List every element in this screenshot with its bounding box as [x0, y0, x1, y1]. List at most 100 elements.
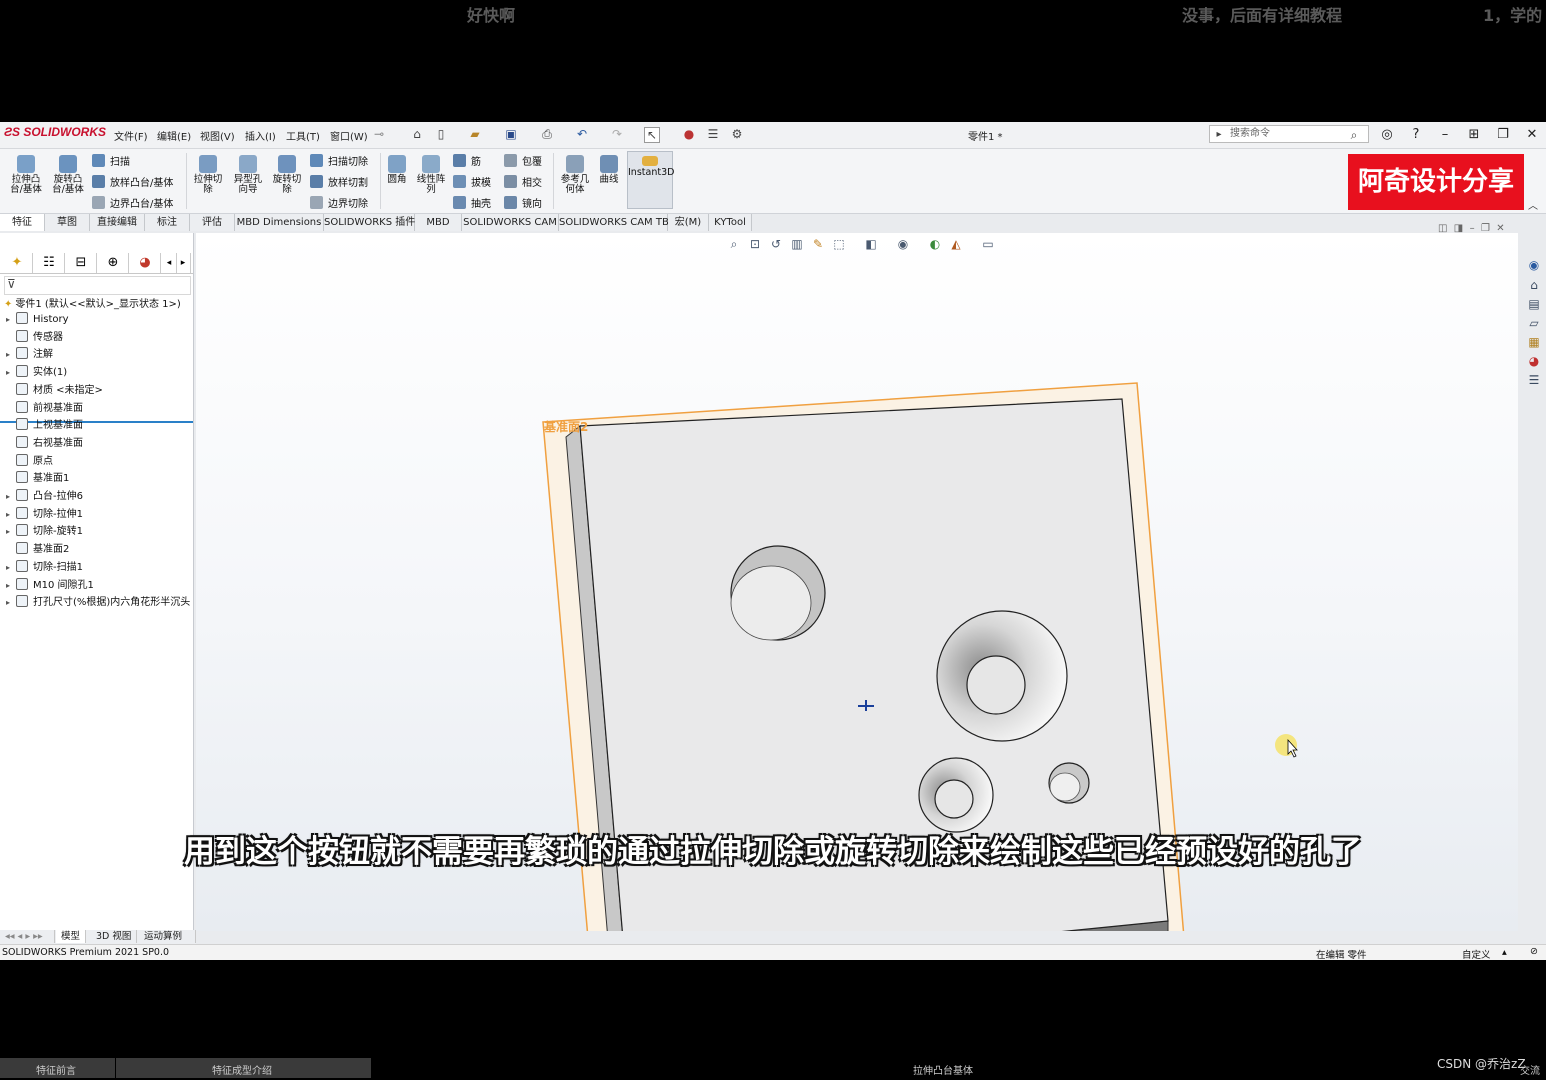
feature-manager-tab-icon[interactable]: ✦: [2, 253, 33, 273]
design-library-icon[interactable]: ▤: [1525, 296, 1543, 312]
tree-item[interactable]: ▸ History: [6, 312, 69, 328]
tab-scroll-right-icon[interactable]: ▸: [176, 253, 191, 273]
home-icon[interactable]: ⌂: [1525, 277, 1543, 293]
zoom-to-area-icon[interactable]: ⊡: [747, 236, 763, 252]
tab-item[interactable]: MBD Dimensions: [235, 214, 324, 231]
intersect-button[interactable]: 相交: [504, 174, 542, 189]
save-icon[interactable]: ▣: [504, 127, 518, 141]
tree-item[interactable]: 前视基准面: [6, 400, 83, 417]
fillet-button[interactable]: 圆角: [382, 155, 412, 185]
tile-window-icon[interactable]: ⊞: [1465, 126, 1483, 144]
loft-boss-button[interactable]: 放样凸台/基体: [92, 174, 173, 189]
chapter-label[interactable]: 拉伸凸台基体: [913, 1062, 973, 1077]
expand-arrow-icon[interactable]: ▸: [6, 312, 16, 328]
hole-wizard-button[interactable]: 异型孔 向导: [228, 155, 268, 195]
wrap-button[interactable]: 包覆: [504, 153, 542, 168]
expand-arrow-icon[interactable]: ▸: [6, 347, 16, 363]
boundary-boss-button[interactable]: 边界凸台/基体: [92, 195, 173, 210]
tab-item[interactable]: 直接编辑: [90, 214, 145, 231]
tab-item[interactable]: SOLIDWORKS CAM TBM: [559, 214, 677, 231]
tree-item[interactable]: 基准面1: [6, 471, 69, 487]
undo-icon[interactable]: ↶: [575, 127, 589, 141]
draft-button[interactable]: 拔模: [453, 174, 491, 189]
revolved-cut-button[interactable]: 旋转切 除: [267, 155, 307, 195]
tab-nav-arrows-icon[interactable]: ◂◂ ◂ ▸ ▸▸: [0, 930, 55, 943]
sweep-button[interactable]: 扫描: [92, 153, 130, 168]
search-commands-input[interactable]: 搜索命令: [1209, 125, 1369, 143]
revolved-boss-button[interactable]: 旋转凸 台/基体: [48, 155, 88, 195]
file-explorer-icon[interactable]: ▱: [1525, 315, 1543, 331]
apply-scene-icon[interactable]: ◭: [948, 236, 964, 252]
edit-appearance-icon[interactable]: ◐: [927, 236, 943, 252]
tab-item[interactable]: SOLIDWORKS CAM: [462, 214, 559, 231]
menu-edit[interactable]: 编辑(E): [157, 128, 191, 143]
dimxpert-tab-icon[interactable]: ⊕: [98, 253, 129, 273]
help-icon[interactable]: ?: [1407, 126, 1425, 144]
tree-item[interactable]: 材质 <未指定>: [6, 382, 103, 399]
menu-view[interactable]: 视图(V): [200, 128, 235, 143]
menu-window[interactable]: 窗口(W): [330, 128, 368, 143]
previous-view-icon[interactable]: ↺: [768, 236, 784, 252]
file-properties-icon[interactable]: ☰: [706, 127, 720, 141]
boundary-cut-button[interactable]: 边界切除: [310, 195, 368, 210]
view-palette-icon[interactable]: ▦: [1525, 334, 1543, 350]
reference-geometry-button[interactable]: 参考几 何体: [556, 155, 594, 195]
options-gear-icon[interactable]: ⚙: [730, 127, 744, 141]
tab-motion-study[interactable]: 运动算例 1: [139, 930, 196, 955]
tab-item[interactable]: KYTool: [709, 214, 752, 231]
view-orientation-icon[interactable]: ⬚: [831, 236, 847, 252]
property-manager-tab-icon[interactable]: ☷: [34, 253, 65, 273]
expand-arrow-icon[interactable]: ▸: [6, 524, 16, 540]
dynamic-annotation-icon[interactable]: ✎: [810, 236, 826, 252]
swept-cut-button[interactable]: 扫描切除: [310, 153, 368, 168]
hole-small-counterbore[interactable]: [1048, 762, 1090, 804]
hide-show-items-icon[interactable]: ◉: [895, 236, 911, 252]
tab-model[interactable]: 模型: [56, 930, 87, 943]
chapter-label[interactable]: 特征前言: [36, 1062, 76, 1077]
expand-arrow-icon[interactable]: ▸: [6, 560, 16, 576]
viewport-window-controls[interactable]: ◫ ◨ – ❐ ✕: [1438, 223, 1505, 234]
curves-button[interactable]: 曲线: [594, 155, 624, 185]
tab-item[interactable]: 特征: [0, 214, 45, 231]
display-manager-tab-icon[interactable]: ◕: [130, 253, 161, 273]
section-view-icon[interactable]: ▥: [789, 236, 805, 252]
home-icon[interactable]: ⌂: [410, 127, 424, 141]
custom-properties-icon[interactable]: ☰: [1525, 372, 1543, 388]
tree-filter-input[interactable]: ⊽: [4, 276, 191, 295]
tree-item[interactable]: ▸ 切除-旋转1: [6, 524, 83, 540]
lofted-cut-button[interactable]: 放样切割: [310, 174, 368, 189]
tree-item[interactable]: 右视基准面: [6, 435, 83, 452]
tab-item[interactable]: 宏(M): [668, 214, 709, 231]
appearances-icon[interactable]: ◕: [1525, 353, 1543, 369]
tree-item[interactable]: 上视基准面: [6, 418, 83, 434]
shell-button[interactable]: 抽壳: [453, 195, 491, 210]
expand-arrow-icon[interactable]: ▸: [6, 365, 16, 381]
tree-item[interactable]: ▸ 注解: [6, 347, 53, 363]
units-dropdown-icon[interactable]: ▴: [1502, 947, 1507, 958]
redo-icon[interactable]: ↷: [610, 127, 624, 141]
tree-item[interactable]: 传感器: [6, 329, 63, 346]
display-style-icon[interactable]: ◧: [863, 236, 879, 252]
new-document-icon[interactable]: ▯: [434, 127, 448, 141]
solidworks-resources-icon[interactable]: ◉: [1525, 257, 1543, 273]
expand-arrow-icon[interactable]: ▸: [6, 578, 16, 594]
configuration-manager-tab-icon[interactable]: ⊟: [66, 253, 97, 273]
tab-item[interactable]: SOLIDWORKS 插件: [324, 214, 415, 231]
tree-item[interactable]: ▸ 切除-拉伸1: [6, 506, 83, 523]
extruded-cut-button[interactable]: 拉伸切 除: [188, 155, 228, 195]
tab-3d-view[interactable]: 3D 视图: [91, 930, 138, 943]
expand-arrow-icon[interactable]: ▸: [6, 595, 16, 611]
zoom-to-fit-icon[interactable]: ⌕: [726, 236, 742, 252]
print-icon[interactable]: ⎙: [540, 127, 554, 141]
rib-button[interactable]: 筋: [453, 153, 481, 168]
user-account-icon[interactable]: ◎: [1378, 126, 1396, 144]
hole-countersink-large[interactable]: [936, 610, 1068, 742]
instant3d-button[interactable]: Instant3D: [627, 151, 674, 209]
tab-item[interactable]: MBD: [415, 214, 462, 231]
chapter-label[interactable]: 特征成型介绍: [212, 1062, 272, 1077]
restore-window-icon[interactable]: ❐: [1494, 126, 1512, 144]
traffic-light-icon[interactable]: ●: [682, 127, 696, 141]
menu-tools[interactable]: 工具(T): [286, 128, 320, 143]
view-settings-icon[interactable]: ▭: [980, 236, 996, 252]
tab-item[interactable]: 评估: [190, 214, 235, 231]
